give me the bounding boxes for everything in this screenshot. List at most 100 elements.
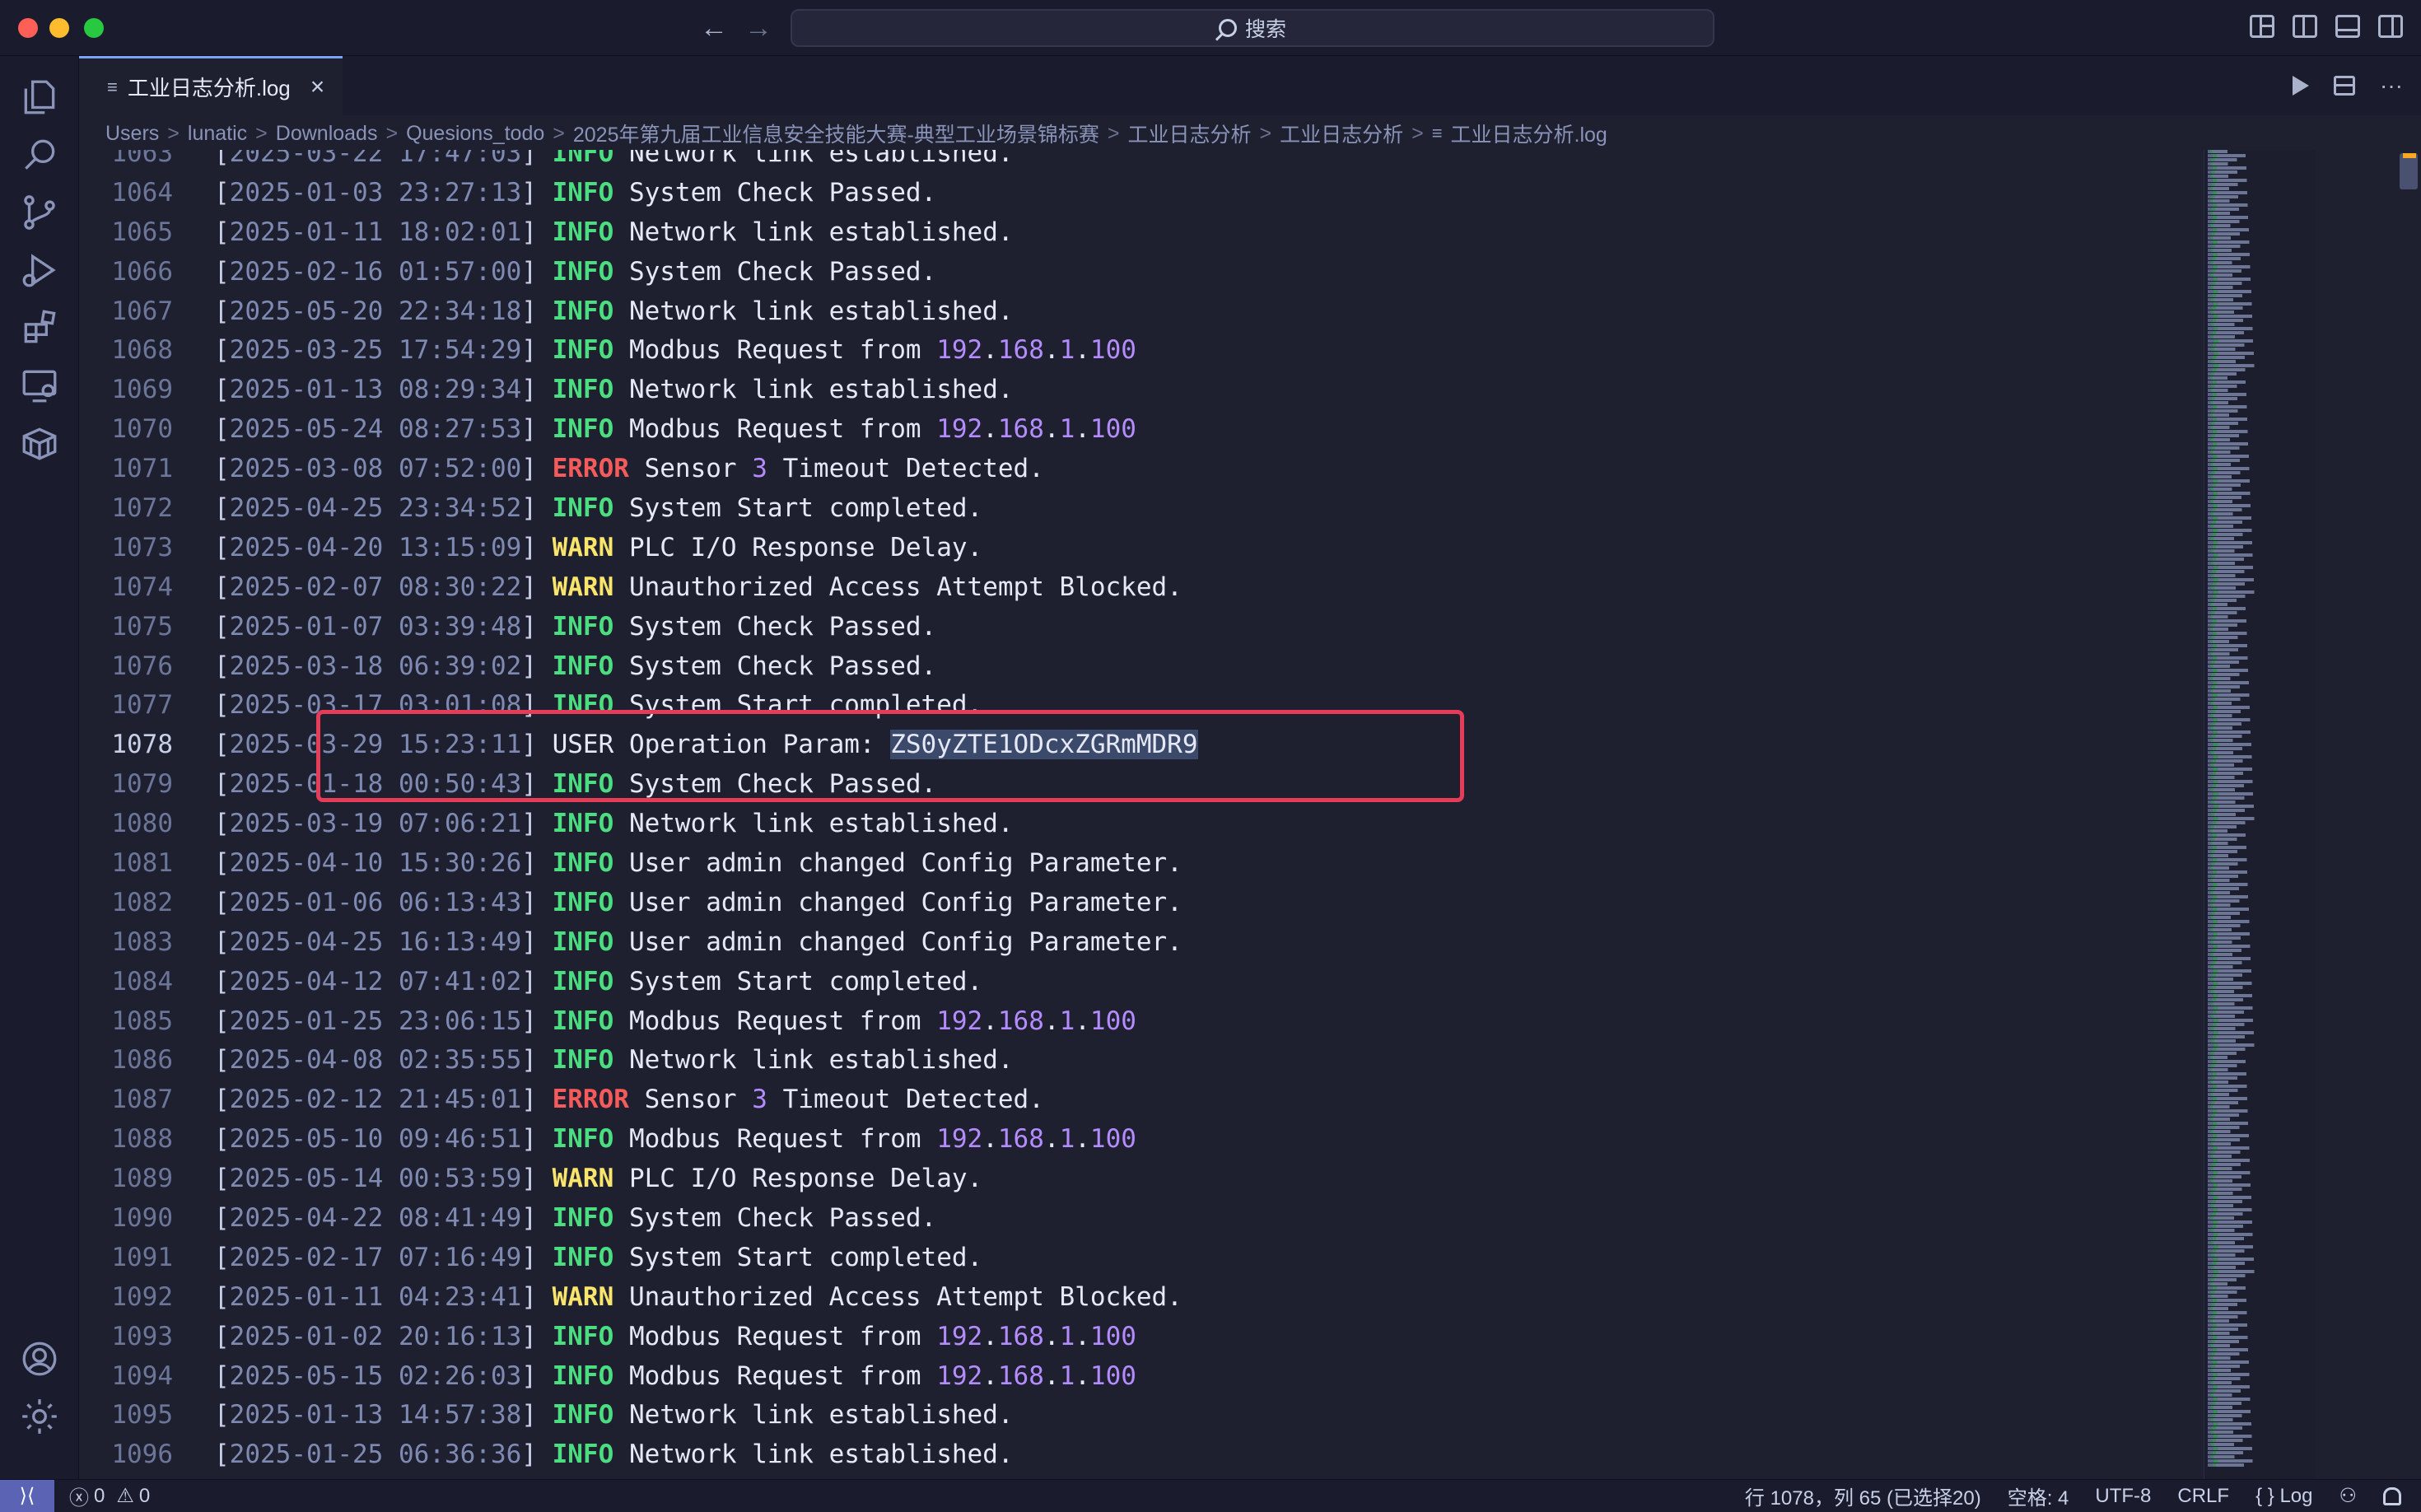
code-line[interactable]: 1088 [2025-05-10 09:46:51] INFO Modbus Re… (79, 1119, 1198, 1159)
remote-explorer-icon[interactable] (18, 364, 61, 407)
code-line[interactable]: 1077 [2025-03-17 03:01:08] INFO System St… (79, 685, 1198, 725)
minimap-line (2208, 714, 2248, 717)
maximize-window-button[interactable] (84, 18, 104, 38)
settings-gear-icon[interactable] (18, 1395, 61, 1438)
minimap-line (2208, 759, 2266, 763)
code-line[interactable]: 1076 [2025-03-18 06:39:02] INFO System Ch… (79, 646, 1198, 686)
split-editor-icon[interactable] (2334, 76, 2356, 96)
status-bar: ⟩⟨ ⓧ 0 ⚠ 0 行 1078，列 65 (已选择20) 空格: 4 UTF… (0, 1479, 2421, 1512)
minimap-line (2208, 644, 2274, 647)
run-debug-icon[interactable] (18, 249, 61, 292)
bracket: ] (521, 966, 553, 996)
code-line[interactable]: 1067 [2025-05-20 22:34:18] INFO Network l… (79, 292, 1198, 331)
code-line[interactable]: 1064 [2025-01-03 23:27:13] INFO System Ch… (79, 173, 1198, 212)
minimap-line (2208, 1056, 2241, 1059)
code-line[interactable]: 1091 [2025-02-17 07:16:49] INFO System St… (79, 1238, 1198, 1277)
log-timestamp: 2025-02-16 01:57:00 (229, 256, 522, 287)
containers-icon[interactable] (18, 422, 61, 464)
code-line[interactable]: 1092 [2025-01-11 04:23:41] WARN Unauthori… (79, 1277, 1198, 1317)
minimize-window-button[interactable] (49, 18, 69, 38)
code-line[interactable]: 1086 [2025-04-08 02:35:55] INFO Network l… (79, 1040, 1198, 1080)
problems-indicator[interactable]: ⓧ 0 ⚠ 0 (69, 1482, 150, 1510)
code-line[interactable]: 1073 [2025-04-20 13:15:09] WARN PLC I/O R… (79, 528, 1198, 567)
code-line[interactable]: 1072 [2025-04-25 23:34:52] INFO System St… (79, 488, 1198, 528)
code-line[interactable]: 1080 [2025-03-19 07:06:21] INFO Network l… (79, 804, 1198, 843)
code-line[interactable]: 1093 [2025-01-02 20:16:13] INFO Modbus Re… (79, 1317, 1198, 1356)
code-line[interactable]: 1090 [2025-04-22 08:41:49] INFO System Ch… (79, 1198, 1198, 1238)
tab-log-file[interactable]: ≡ 工业日志分析.log × (79, 56, 343, 115)
toggle-primary-sidebar-icon[interactable] (2293, 15, 2317, 38)
log-level: INFO (552, 1360, 614, 1391)
log-message: Network link established. (628, 1045, 1014, 1076)
line-ending[interactable]: CRLF (2177, 1485, 2229, 1508)
minimap[interactable] (2204, 150, 2316, 1479)
breadcrumb-item[interactable]: 工业日志分析 (1127, 119, 1251, 148)
breadcrumb-item[interactable]: 2025年第九届工业信息安全技能大赛-典型工业场景锦标赛 (573, 119, 1099, 148)
minimap-line (2208, 870, 2274, 874)
code-line[interactable]: 1089 [2025-05-14 00:53:59] WARN PLC I/O R… (79, 1159, 1198, 1198)
language-mode[interactable]: { } Log (2255, 1485, 2312, 1508)
forward-arrow-icon[interactable]: → (744, 12, 772, 44)
minimap-line (2208, 409, 2258, 413)
breadcrumb-item[interactable]: 工业日志分析.log (1451, 119, 1607, 148)
editor-tab-bar: ≡ 工业日志分析.log × ··· (79, 56, 2421, 115)
code-editor[interactable]: 1063 [2025-03-22 17:47:03] INFO Network l… (79, 150, 2204, 1479)
minimap-line (2208, 1245, 2283, 1248)
code-line[interactable]: 1074 [2025-02-07 08:30:22] WARN Unauthori… (79, 567, 1198, 607)
breadcrumb-item[interactable]: Quesions_todo (406, 122, 544, 146)
close-window-button[interactable] (18, 18, 38, 38)
command-center-search[interactable]: 搜索 (791, 9, 1714, 47)
code-line[interactable]: 1075 [2025-01-07 03:39:48] INFO System Ch… (79, 607, 1198, 646)
more-actions-icon[interactable]: ··· (2380, 72, 2403, 99)
log-level: USER (552, 730, 614, 760)
explorer-icon[interactable] (18, 76, 61, 119)
code-line[interactable]: 1095 [2025-01-13 14:57:38] INFO Network l… (79, 1396, 1198, 1435)
notifications-bell-icon[interactable] (2383, 1486, 2401, 1505)
code-line[interactable]: 1084 [2025-04-12 07:41:02] INFO System St… (79, 962, 1198, 1001)
breadcrumb-item[interactable]: Downloads (276, 122, 378, 146)
extensions-icon[interactable] (18, 306, 61, 349)
scrollbar-thumb[interactable] (2400, 153, 2418, 189)
log-level: INFO (552, 217, 614, 247)
encoding[interactable]: UTF-8 (2095, 1485, 2151, 1508)
code-line[interactable]: 1082 [2025-01-06 06:13:43] INFO User admi… (79, 883, 1198, 922)
account-icon[interactable] (18, 1337, 61, 1380)
minimap-line (2208, 175, 2242, 178)
code-line[interactable]: 1068 [2025-03-25 17:54:29] INFO Modbus Re… (79, 330, 1198, 370)
log-message: Unauthorized Access Attempt Blocked. (628, 1281, 1183, 1312)
remote-indicator-icon[interactable]: ⟩⟨ (0, 1479, 54, 1512)
minimap-line (2208, 677, 2246, 680)
copilot-icon[interactable]: ⚇ (2339, 1484, 2357, 1508)
code-line[interactable]: 1065 [2025-01-11 18:02:01] INFO Network l… (79, 212, 1198, 252)
breadcrumb-item[interactable]: Users (105, 122, 159, 146)
code-line[interactable]: 1063 [2025-03-22 17:47:03] INFO Network l… (79, 150, 1198, 173)
breadcrumb-item[interactable]: lunatic (188, 122, 247, 146)
minimap-line (2208, 722, 2264, 726)
toggle-panel-icon[interactable] (2335, 15, 2360, 38)
back-arrow-icon[interactable]: ← (700, 12, 728, 44)
code-line[interactable]: 1081 [2025-04-10 15:30:26] INFO User admi… (79, 843, 1198, 883)
search-icon[interactable] (18, 133, 61, 176)
indentation[interactable]: 空格: 4 (2008, 1482, 2069, 1510)
code-line[interactable]: 1070 [2025-05-24 08:27:53] INFO Modbus Re… (79, 409, 1198, 449)
code-line[interactable]: 1079 [2025-01-18 00:50:43] INFO System Ch… (79, 764, 1198, 804)
vertical-scrollbar[interactable] (2398, 150, 2421, 1479)
code-line[interactable]: 1078 [2025-03-29 15:23:11] USER Operation… (79, 725, 1198, 764)
breadcrumb-item[interactable]: 工业日志分析 (1280, 119, 1403, 148)
run-icon[interactable] (2293, 76, 2310, 96)
code-line[interactable]: 1066 [2025-02-16 01:57:00] INFO System Ch… (79, 252, 1198, 292)
toggle-secondary-sidebar-icon[interactable] (2378, 15, 2403, 38)
source-control-icon[interactable] (18, 191, 61, 234)
code-line[interactable]: 1069 [2025-01-13 08:29:34] INFO Network l… (79, 370, 1198, 409)
customize-layout-icon[interactable] (2250, 15, 2274, 38)
cursor-position[interactable]: 行 1078，列 65 (已选择20) (1745, 1482, 1981, 1510)
code-line[interactable]: 1085 [2025-01-25 23:06:15] INFO Modbus Re… (79, 1001, 1198, 1041)
bracket: ] (521, 1164, 553, 1194)
code-line[interactable]: 1096 [2025-01-25 06:36:36] INFO Network l… (79, 1435, 1198, 1474)
close-icon[interactable]: × (310, 73, 325, 101)
code-line[interactable]: 1094 [2025-05-15 02:26:03] INFO Modbus Re… (79, 1356, 1198, 1396)
code-line[interactable]: 1087 [2025-02-12 21:45:01] ERROR Sensor 3… (79, 1080, 1198, 1119)
code-line[interactable]: 1071 [2025-03-08 07:52:00] ERROR Sensor 3… (79, 449, 1198, 488)
code-line[interactable]: 1083 [2025-04-25 16:13:49] INFO User admi… (79, 922, 1198, 962)
